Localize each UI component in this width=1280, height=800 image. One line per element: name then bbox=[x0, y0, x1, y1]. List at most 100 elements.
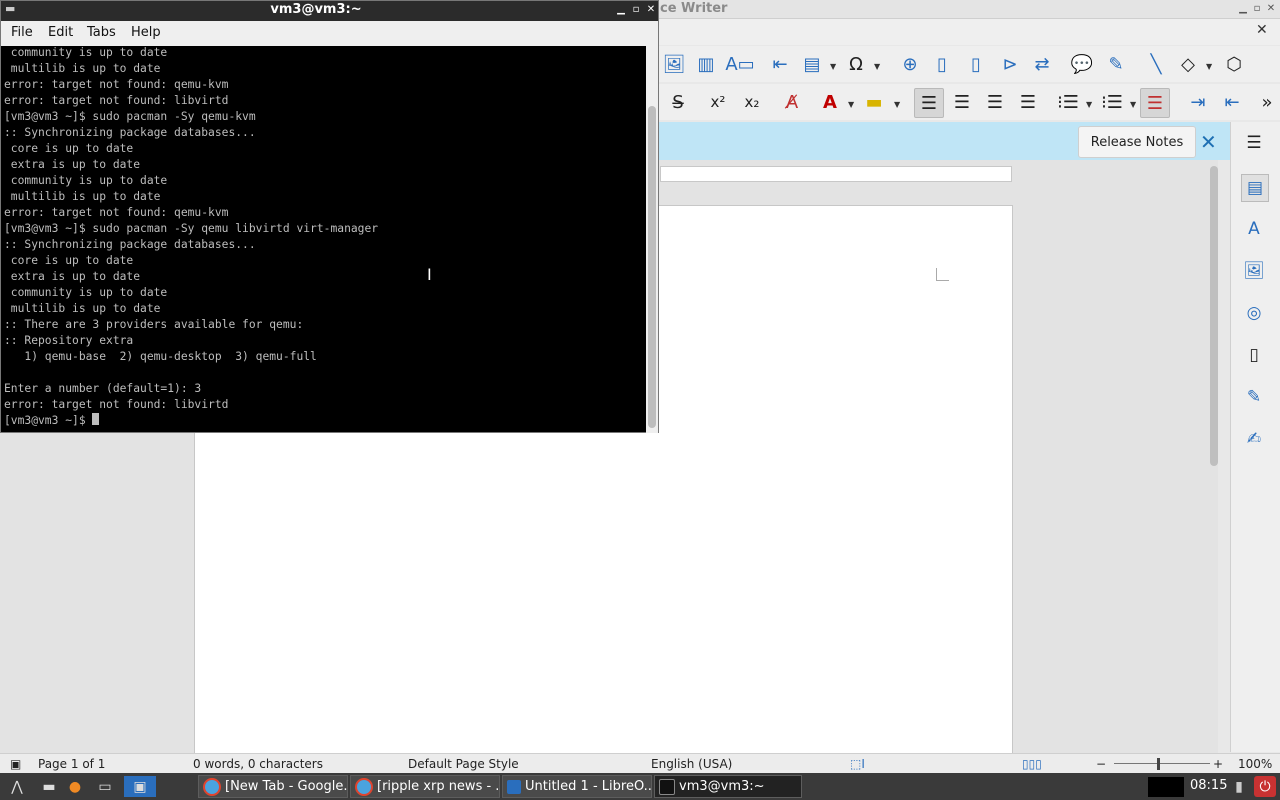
insert-line-icon[interactable]: ╲ bbox=[1144, 52, 1168, 76]
terminal-menubar: File Edit Tabs Help bbox=[1, 21, 658, 46]
page-style[interactable]: Default Page Style bbox=[408, 757, 519, 771]
style-inspector-icon[interactable]: ✎ bbox=[1241, 384, 1267, 410]
chevron-down-icon[interactable]: ▼ bbox=[848, 100, 854, 109]
terminal-titlebar[interactable]: ▬ vm3@vm3:~ ▁ ▫ ✕ bbox=[1, 1, 658, 21]
firefox-launcher-icon[interactable]: ● bbox=[64, 776, 86, 797]
terminal-output[interactable]: community is up to date multilib is up t… bbox=[4, 45, 642, 433]
manage-changes-icon[interactable]: ✍ bbox=[1241, 426, 1267, 452]
menu-edit[interactable]: Edit bbox=[48, 25, 73, 40]
desktop-switcher-icon[interactable]: ▣ bbox=[124, 776, 156, 797]
zoom-slider[interactable] bbox=[1114, 763, 1210, 764]
no-list-icon[interactable]: ☰ bbox=[1140, 88, 1170, 118]
task-chrome-ripple[interactable]: [ripple xrp news - ... bbox=[350, 775, 500, 798]
insert-textbox-icon[interactable]: A▭ bbox=[725, 52, 754, 76]
chevron-down-icon[interactable]: ▼ bbox=[874, 62, 880, 71]
power-icon[interactable]: ⏻ bbox=[1254, 776, 1276, 797]
strikethrough-icon[interactable]: S̶ bbox=[666, 90, 690, 114]
chevron-down-icon[interactable]: ▼ bbox=[830, 62, 836, 71]
insert-image-icon[interactable]: 🖼 bbox=[662, 52, 686, 76]
highlight-color-icon[interactable]: ▬ bbox=[862, 90, 886, 114]
terminal-line: community is up to date bbox=[4, 286, 168, 299]
font-color-icon[interactable]: A bbox=[818, 90, 842, 114]
close-document-icon[interactable]: ✕ bbox=[1256, 22, 1268, 38]
increase-indent-icon[interactable]: ⇥ bbox=[1186, 90, 1210, 114]
horizontal-ruler[interactable] bbox=[660, 166, 1012, 182]
maximize-icon[interactable]: ▫ bbox=[1250, 2, 1264, 16]
battery-icon[interactable]: ▮ bbox=[1228, 776, 1250, 797]
align-left-icon[interactable]: ☰ bbox=[914, 88, 944, 118]
language[interactable]: English (USA) bbox=[651, 757, 732, 771]
hyperlink-icon[interactable]: ⊕ bbox=[898, 52, 922, 76]
ordered-list-icon[interactable]: ⁝☰ bbox=[1100, 90, 1124, 114]
navigator-icon[interactable]: ◎ bbox=[1241, 300, 1267, 326]
sidebar-menu-icon[interactable]: ☰ bbox=[1241, 130, 1267, 156]
view-layout-icon[interactable]: ▯▯▯ bbox=[1022, 757, 1042, 771]
endnote-icon[interactable]: ▯ bbox=[964, 52, 988, 76]
terminal-line: :: There are 3 providers available for q… bbox=[4, 318, 304, 331]
superscript-icon[interactable]: x² bbox=[706, 90, 730, 114]
page-break-icon[interactable]: ⇤ bbox=[768, 52, 792, 76]
cross-reference-icon[interactable]: ⇄ bbox=[1030, 52, 1054, 76]
chevron-down-icon[interactable]: ▼ bbox=[1086, 100, 1092, 109]
zoom-level[interactable]: 100% bbox=[1238, 757, 1272, 771]
minimize-icon[interactable]: ▁ bbox=[615, 4, 627, 16]
zoom-in-icon[interactable]: + bbox=[1213, 757, 1223, 771]
start-menu-icon[interactable]: ⋀ bbox=[6, 776, 28, 797]
infobar-close-icon[interactable]: ✕ bbox=[1200, 130, 1217, 154]
save-status-icon[interactable]: ▣ bbox=[10, 757, 21, 771]
document-scrollbar[interactable] bbox=[1210, 166, 1218, 466]
writer-window-title: ce Writer bbox=[660, 1, 728, 16]
gallery-icon[interactable]: 🖼 bbox=[1241, 258, 1267, 284]
unordered-list-icon[interactable]: ⁝☰ bbox=[1056, 90, 1080, 114]
properties-icon[interactable]: ▤ bbox=[1241, 174, 1269, 202]
page-count[interactable]: Page 1 of 1 bbox=[38, 757, 105, 771]
menu-help[interactable]: Help bbox=[131, 25, 161, 40]
word-count[interactable]: 0 words, 0 characters bbox=[193, 757, 323, 771]
close-icon[interactable]: ✕ bbox=[645, 4, 657, 16]
menu-tabs[interactable]: Tabs bbox=[87, 25, 116, 40]
system-tray[interactable] bbox=[1148, 777, 1184, 797]
terminal-line: [vm3@vm3 ~]$ sudo pacman -Sy qemu-kvm bbox=[4, 110, 256, 123]
task-chrome-new-tab[interactable]: [New Tab - Google... bbox=[198, 775, 348, 798]
chevron-down-icon[interactable]: ▼ bbox=[1206, 62, 1212, 71]
insert-chart-icon[interactable]: ▥ bbox=[694, 52, 718, 76]
decrease-indent-icon[interactable]: ⇤ bbox=[1220, 90, 1244, 114]
terminal-line: error: target not found: libvirtd bbox=[4, 94, 229, 107]
align-right-icon[interactable]: ☰ bbox=[983, 90, 1007, 114]
justify-icon[interactable]: ☰ bbox=[1016, 90, 1040, 114]
special-character-icon[interactable]: Ω bbox=[844, 52, 868, 76]
zoom-out-icon[interactable]: − bbox=[1096, 757, 1106, 771]
basic-shapes-icon[interactable]: ◇ bbox=[1176, 52, 1200, 76]
footnote-icon[interactable]: ▯ bbox=[930, 52, 954, 76]
task-terminal[interactable]: vm3@vm3:~ bbox=[654, 775, 802, 798]
draw-functions-icon[interactable]: ⬡ bbox=[1222, 52, 1246, 76]
close-icon[interactable]: ✕ bbox=[1264, 2, 1278, 16]
maximize-icon[interactable]: ▫ bbox=[630, 4, 642, 16]
comment-icon[interactable]: 💬 bbox=[1070, 52, 1094, 76]
subscript-icon[interactable]: x₂ bbox=[740, 90, 764, 114]
styles-icon[interactable]: A bbox=[1241, 216, 1267, 242]
terminal-line: multilib is up to date bbox=[4, 62, 161, 75]
insert-field-icon[interactable]: ▤ bbox=[800, 52, 824, 76]
terminal-prompt-line[interactable]: [vm3@vm3 ~]$ bbox=[4, 413, 642, 429]
terminal-launcher-icon[interactable]: ▬ bbox=[38, 776, 60, 797]
release-notes-button[interactable]: Release Notes bbox=[1078, 126, 1196, 158]
terminal-line: extra is up to date bbox=[4, 270, 141, 283]
align-center-icon[interactable]: ☰ bbox=[950, 90, 974, 114]
minimize-icon[interactable]: ▁ bbox=[1236, 2, 1250, 16]
terminal-window: ▬ vm3@vm3:~ ▁ ▫ ✕ File Edit Tabs Help co… bbox=[0, 0, 659, 433]
track-changes-icon[interactable]: ✎ bbox=[1104, 52, 1128, 76]
toolbar-overflow-icon[interactable]: » bbox=[1258, 90, 1276, 114]
clear-formatting-icon[interactable]: A̸ bbox=[780, 90, 804, 114]
terminal-scrollbar-thumb[interactable] bbox=[648, 106, 656, 428]
bookmark-icon[interactable]: ⊳ bbox=[998, 52, 1022, 76]
zoom-slider-handle[interactable] bbox=[1157, 758, 1160, 770]
file-manager-launcher-icon[interactable]: ▭ bbox=[94, 776, 116, 797]
task-libreoffice[interactable]: Untitled 1 - LibreO... bbox=[502, 775, 652, 798]
page-icon[interactable]: ▯ bbox=[1241, 342, 1267, 368]
selection-mode-icon[interactable]: ⬚I bbox=[850, 757, 865, 771]
menu-file[interactable]: File bbox=[11, 25, 33, 40]
clock[interactable]: 08:15 bbox=[1190, 778, 1227, 793]
chevron-down-icon[interactable]: ▼ bbox=[1130, 100, 1136, 109]
chevron-down-icon[interactable]: ▼ bbox=[894, 100, 900, 109]
